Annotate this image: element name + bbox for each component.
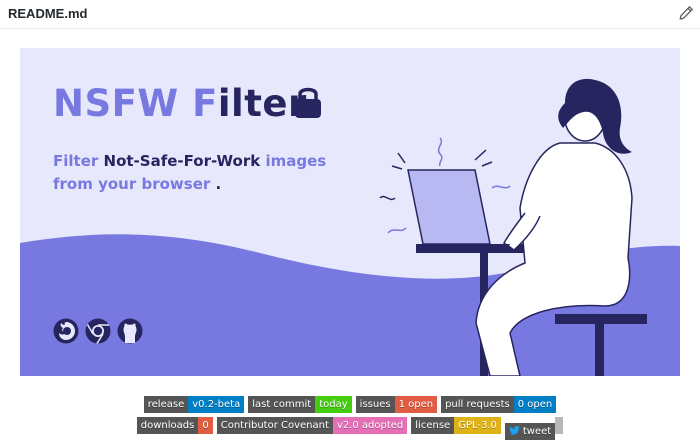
banner-title: NSFW Filter	[53, 82, 307, 125]
firefox-icon[interactable]	[52, 317, 80, 345]
downloads-badge[interactable]: downloads 0	[136, 417, 213, 434]
laptop-base	[423, 244, 510, 248]
stool-top	[555, 314, 647, 324]
github-icon[interactable]	[116, 317, 144, 345]
issues-badge[interactable]: issues 1 open	[355, 396, 438, 413]
motion-mark	[437, 137, 443, 167]
license-badge[interactable]: license GPL-3.0	[411, 417, 501, 434]
motion-mark	[474, 149, 493, 167]
release-badge[interactable]: release v0.2-beta	[143, 396, 245, 413]
header-divider	[0, 28, 700, 29]
badges-row-2: downloads 0 Contributor Covenant v2.0 adop…	[0, 417, 700, 440]
motion-mark	[491, 185, 511, 189]
pencil-icon[interactable]	[678, 5, 694, 21]
motion-mark	[387, 227, 407, 234]
file-name: README.md	[8, 6, 88, 21]
pull-requests-badge[interactable]: pull requests 0 open	[441, 396, 557, 413]
contributor-covenant-badge[interactable]: Contributor Covenant v2.0 adopted	[216, 417, 408, 434]
stool-leg	[595, 324, 604, 376]
twitter-icon	[508, 426, 520, 435]
lock-icon	[295, 87, 321, 118]
banner-image: NSFW Filter Filter Not-Safe-For-Work ima…	[20, 48, 680, 376]
file-header: README.md	[0, 0, 700, 28]
motion-mark	[379, 195, 396, 201]
chrome-icon[interactable]	[84, 317, 112, 345]
tweet-badge[interactable]: tweet	[504, 417, 564, 440]
badges-row-1: release v0.2-beta last commit today issues…	[0, 396, 700, 413]
last-commit-badge[interactable]: last commit today	[248, 396, 352, 413]
laptop-screen	[407, 169, 491, 245]
banner-tagline: Filter Not-Safe-For-Work images from you…	[53, 152, 327, 193]
motion-mark	[391, 152, 406, 170]
